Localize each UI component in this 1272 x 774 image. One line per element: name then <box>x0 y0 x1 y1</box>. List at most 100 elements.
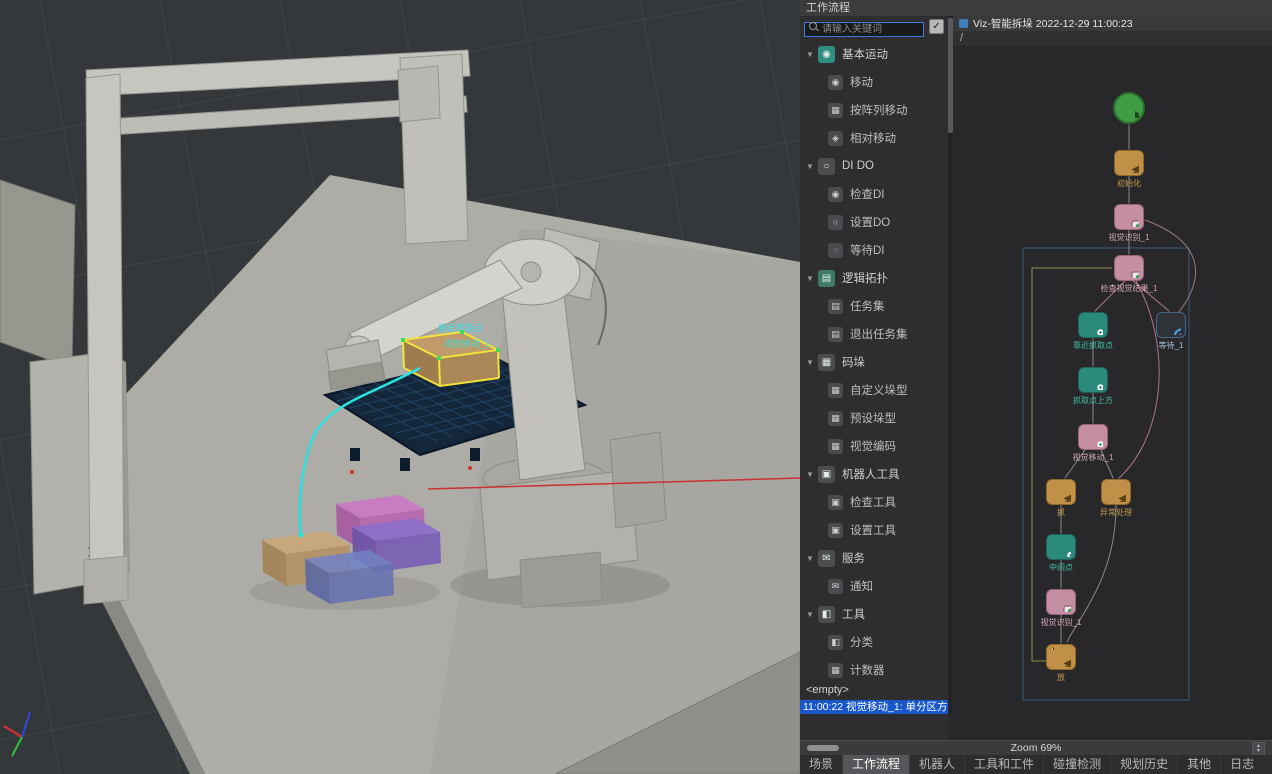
tab-plan-history[interactable]: 规划历史 <box>1110 755 1177 774</box>
flow-node-wait[interactable]: 等待_1 <box>1156 312 1186 338</box>
tab-workflow[interactable]: 工作流程 <box>842 755 909 774</box>
zoom-level: Zoom 69% <box>800 741 1272 755</box>
flow-node-midpoint[interactable]: 中间点 <box>1046 534 1076 560</box>
pin-icon: ◉ <box>828 75 843 90</box>
tree-item-exit-task-set[interactable]: ▤ 退出任务集 <box>800 320 948 348</box>
grid-icon: ▦ <box>828 383 843 398</box>
half-square-icon: ◧ <box>828 635 843 650</box>
chevron-down-icon[interactable]: ▼ <box>806 470 818 479</box>
waypoint-label-vmove: 视觉移动_1 <box>444 338 490 349</box>
layers-icon <box>1046 479 1076 505</box>
empty-indicator: <empty> <box>806 684 849 696</box>
grid-icon: ▦ <box>828 663 843 678</box>
tree-item-move[interactable]: ◉ 移动 <box>800 68 948 96</box>
flow-node-vision-2[interactable]: 视觉识别_1 <box>1046 589 1076 615</box>
application-window: 靠近抓取点 视觉移动_1 工作流程 ✓ <box>0 0 1272 774</box>
camera-check-icon <box>1114 255 1144 281</box>
tree-group-basic-motion[interactable]: ▼ ◉ 基本运动 <box>800 40 948 68</box>
pin-icon <box>1046 534 1076 560</box>
tree-item-task-set[interactable]: ▤ 任务集 <box>800 292 948 320</box>
placed-box-blue <box>305 550 394 604</box>
workflow-canvas[interactable]: Viz-智能拆垛 2022-12-29 11:00:23 / <box>953 16 1272 740</box>
tree-item-counter[interactable]: ▦ 计数器 <box>800 656 948 684</box>
mail-icon: ✉ <box>828 579 843 594</box>
tree-group-robot-tool[interactable]: ▼ ▣ 机器人工具 <box>800 460 948 488</box>
tree-group-tools[interactable]: ▼ ◧ 工具 <box>800 600 948 628</box>
tab-log[interactable]: 日志 <box>1220 755 1263 774</box>
flow-node-place[interactable]: 放 <box>1046 644 1076 670</box>
clock-icon <box>1156 312 1186 338</box>
tree-item-check-tool[interactable]: ▣ 检查工具 <box>800 488 948 516</box>
pin-icon: ◉ <box>818 46 835 63</box>
tree-item-set-tool[interactable]: ▣ 设置工具 <box>800 516 948 544</box>
tree-item-preset-pattern[interactable]: ▦ 预设垛型 <box>800 404 948 432</box>
panel-body: ✓ ▼ ◉ 基本运动 ◉ 移动 ▦ 按阵列移动 <box>800 16 1272 740</box>
layers-icon: ▤ <box>828 299 843 314</box>
chevron-down-icon[interactable]: ▼ <box>806 554 818 563</box>
tab-tools-workpieces[interactable]: 工具和工件 <box>964 755 1043 774</box>
tree-item-classify[interactable]: ◧ 分类 <box>800 628 948 656</box>
panel-title: 工作流程 <box>800 0 1272 16</box>
layers-icon <box>1114 150 1144 176</box>
flow-node-init[interactable]: 初始化 <box>1114 150 1144 176</box>
chevron-down-icon[interactable]: ▼ <box>806 162 818 171</box>
flow-node-grab[interactable]: 抓 <box>1046 479 1076 505</box>
tab-robot[interactable]: 机器人 <box>909 755 964 774</box>
tree-item-array-move[interactable]: ▦ 按阵列移动 <box>800 96 948 124</box>
trajectory-endpoint <box>299 533 304 538</box>
tree-group-service[interactable]: ▼ ✉ 服务 <box>800 544 948 572</box>
chevron-down-icon[interactable]: ▼ <box>806 274 818 283</box>
tree-item-custom-pattern[interactable]: ▦ 自定义垛型 <box>800 376 948 404</box>
tree-group-di-do[interactable]: ▼ ○ DI DO <box>800 152 948 180</box>
flow-node-check-vision[interactable]: 检查视觉结果_1 <box>1114 255 1144 281</box>
tree-item-notify[interactable]: ✉ 通知 <box>800 572 948 600</box>
tree-item-vision-pattern[interactable]: ▦ 视觉编码 <box>800 432 948 460</box>
chevron-down-icon[interactable]: ▼ <box>806 358 818 367</box>
flow-node-vision-move[interactable]: 视觉移动_1 <box>1078 424 1108 450</box>
waypoints-icon <box>1078 424 1108 450</box>
warning-icon <box>1039 635 1054 650</box>
tool-icon: ▣ <box>828 495 843 510</box>
layers-icon <box>1101 479 1131 505</box>
workflow-panel: 工作流程 ✓ ▼ ◉ 基本运动 <box>800 0 1272 774</box>
chevron-down-icon[interactable]: ▼ <box>806 610 818 619</box>
stepper-down-icon[interactable]: ▼ <box>1256 749 1261 754</box>
flow-node-start[interactable] <box>1113 92 1143 124</box>
layers-icon: ▤ <box>828 327 843 342</box>
flow-node-vision-1[interactable]: 视觉识别_1 <box>1114 204 1144 230</box>
camera-icon <box>1114 204 1144 230</box>
io-circle-icon: ○ <box>818 158 835 175</box>
step-library: ✓ ▼ ◉ 基本运动 ◉ 移动 ▦ 按阵列移动 <box>800 16 948 740</box>
grid-icon: ▦ <box>828 411 843 426</box>
chevron-down-icon[interactable]: ▼ <box>806 50 818 59</box>
tab-scene[interactable]: 场景 <box>800 755 842 774</box>
grid-icon: ▦ <box>828 439 843 454</box>
search-icon <box>809 22 817 30</box>
tab-collision[interactable]: 碰撞检测 <box>1043 755 1110 774</box>
robot-tool-icon: ▣ <box>818 466 835 483</box>
waypoints-icon <box>1078 312 1108 338</box>
wall-panel <box>0 180 75 368</box>
search-input[interactable] <box>804 22 924 37</box>
diamond-icon: ◈ <box>828 131 843 146</box>
tree-group-logic[interactable]: ▼ ▤ 逻辑拓扑 <box>800 264 948 292</box>
bottom-tab-bar: 场景 工作流程 机器人 工具和工件 碰撞检测 规划历史 其他 日志 <box>800 755 1272 774</box>
ring-icon: ○ <box>828 215 843 230</box>
tree-group-palletizing[interactable]: ▼ ▦ 码垛 <box>800 348 948 376</box>
3d-viewport[interactable]: 靠近抓取点 视觉移动_1 <box>0 0 800 774</box>
flow-node-exception[interactable]: 异常处理 <box>1101 479 1131 505</box>
log-message[interactable]: 11:00:22 视觉移动_1: 单分区方形 <box>800 700 948 714</box>
flow-node-above-pick[interactable]: 抓取点上方 <box>1078 367 1108 393</box>
canvas-footer: Zoom 69% ▲ ▼ <box>800 740 1272 755</box>
tool-icon: ▣ <box>828 523 843 538</box>
tree-item-relative-move[interactable]: ◈ 相对移动 <box>800 124 948 152</box>
zoom-stepper[interactable]: ▲ ▼ <box>1252 742 1265 756</box>
play-icon <box>1113 92 1145 124</box>
tree-item-set-do[interactable]: ○ 设置DO <box>800 208 948 236</box>
tree-item-wait-di[interactable]: ◌ 等待DI <box>800 236 948 264</box>
waypoints-icon <box>1078 367 1108 393</box>
tab-others[interactable]: 其他 <box>1177 755 1220 774</box>
tree-item-check-di[interactable]: ◉ 检查DI <box>800 180 948 208</box>
flow-node-approach[interactable]: 靠近抓取点 <box>1078 312 1108 338</box>
filter-checkbox[interactable]: ✓ <box>929 19 944 34</box>
